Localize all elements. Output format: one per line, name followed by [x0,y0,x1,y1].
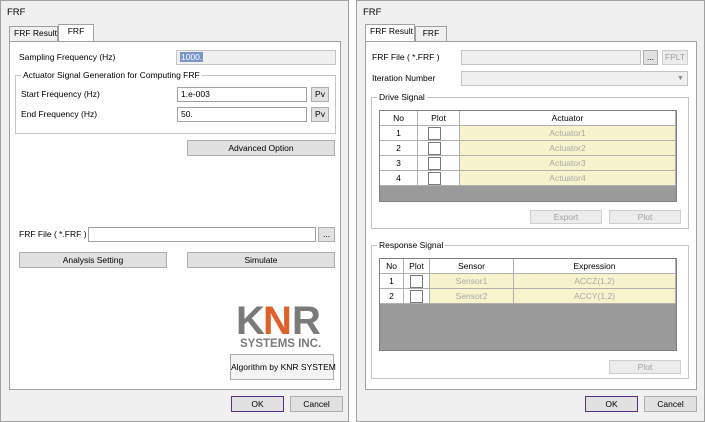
frf-file-field[interactable] [461,50,641,65]
row-number: 2 [380,289,404,304]
plot-cell [418,141,460,156]
knr-logo-graphic: K N R SYSTEMS INC. [236,299,321,350]
start-frequency-label: Start Frequency (Hz) [21,89,100,99]
plot-cell [404,274,430,289]
ok-button[interactable]: OK [585,396,638,412]
plot-cell [418,156,460,171]
iteration-number-dropdown[interactable]: ▼ [461,71,688,86]
response-signal-group-title: Response Signal [377,240,446,250]
plot-cell [418,126,460,141]
column-header-plot: Plot [404,259,430,274]
analysis-setting-button[interactable]: Analysis Setting [19,252,167,268]
table-row[interactable]: 2 Sensor2 ACCY(1,2) [380,289,676,304]
tab-frf-result[interactable]: FRF Result [9,26,58,41]
iteration-number-label: Iteration Number [372,73,436,83]
end-frequency-pv-button[interactable]: Pv [311,107,329,122]
drive-plot-button[interactable]: Plot [609,210,681,224]
plot-checkbox[interactable] [428,127,441,140]
drive-signal-group-title: Drive Signal [377,92,427,102]
actuator-cell[interactable]: Actuator1 [460,126,676,141]
table-header-row: No Plot Sensor Expression [380,259,676,274]
expression-cell[interactable]: ACCY(1,2) [514,289,676,304]
sensor-cell[interactable]: Sensor1 [430,274,514,289]
simulate-button[interactable]: Simulate [187,252,335,268]
actuator-signal-group: Actuator Signal Generation for Computing… [15,70,336,134]
knr-systems-logo: K N R SYSTEMS INC. [236,299,326,350]
export-button[interactable]: Export [530,210,602,224]
algorithm-by-knr-button[interactable]: Algorithm by KNR SYSTEM [230,354,336,380]
frf-file-label: FRF File ( *.FRF ) [372,52,440,62]
row-number: 3 [380,156,418,171]
column-header-expression: Expression [514,259,676,274]
end-frequency-field[interactable]: 50. [177,107,307,122]
plot-cell [404,289,430,304]
plot-cell [418,171,460,186]
advanced-option-button[interactable]: Advanced Option [187,140,335,156]
sampling-frequency-field[interactable]: 1000. [176,50,336,65]
row-number: 2 [380,141,418,156]
row-number: 1 [380,274,404,289]
actuator-cell[interactable]: Actuator4 [460,171,676,186]
sampling-frequency-label: Sampling Frequency (Hz) [19,52,116,62]
tab-frf[interactable]: FRF [415,26,447,41]
table-row[interactable]: 1 Actuator1 [380,126,676,141]
ok-button[interactable]: OK [231,396,284,412]
frf-dialog-right: FRF FRF Result FRF FRF File ( *.FRF ) ..… [356,0,705,422]
cancel-button[interactable]: Cancel [644,396,697,412]
actuator-signal-group-title: Actuator Signal Generation for Computing… [21,70,202,80]
table-row[interactable]: 3 Actuator3 [380,156,676,171]
response-signal-group: Response Signal No Plot Sensor Expressio… [371,240,689,379]
row-number: 4 [380,171,418,186]
svg-text:N: N [263,300,290,343]
dialog-title: FRF [7,7,26,18]
plot-checkbox[interactable] [428,142,441,155]
actuator-cell[interactable]: Actuator3 [460,156,676,171]
table-row[interactable]: 1 Sensor1 ACCZ(1,2) [380,274,676,289]
frf-file-field[interactable] [88,227,316,242]
column-header-no: No [380,259,404,274]
plot-checkbox[interactable] [428,172,441,185]
drive-signal-group: Drive Signal No Plot Actuator 1 Actuator… [371,92,689,229]
frf-tab-panel: Sampling Frequency (Hz) 1000. Actuator S… [9,41,341,390]
plot-checkbox[interactable] [410,290,423,303]
frf-dialog-left: FRF FRF Result FRF Sampling Frequency (H… [0,0,349,422]
frf-file-label: FRF File ( *.FRF ) [19,229,87,239]
fplt-button[interactable]: FPLT [662,50,688,65]
table-row[interactable]: 4 Actuator4 [380,171,676,186]
end-frequency-label: End Frequency (Hz) [21,109,98,119]
column-header-plot: Plot [418,111,460,126]
svg-text:K: K [236,300,265,343]
row-number: 1 [380,126,418,141]
expression-cell[interactable]: ACCZ(1,2) [514,274,676,289]
svg-text:SYSTEMS INC.: SYSTEMS INC. [240,338,321,350]
start-frequency-pv-button[interactable]: Pv [311,87,329,102]
tab-frf[interactable]: FRF [58,24,94,41]
column-header-no: No [380,111,418,126]
drive-signal-table: No Plot Actuator 1 Actuator1 2 Actuator2… [379,110,677,202]
column-header-actuator: Actuator [460,111,676,126]
plot-checkbox[interactable] [410,275,423,288]
response-signal-table: No Plot Sensor Expression 1 Sensor1 ACCZ… [379,258,677,351]
dialog-title: FRF [363,7,382,18]
plot-checkbox[interactable] [428,157,441,170]
chevron-down-icon: ▼ [677,75,684,82]
actuator-cell[interactable]: Actuator2 [460,141,676,156]
frf-file-browse-button[interactable]: ... [643,50,658,65]
tab-frf-result[interactable]: FRF Result [365,24,415,41]
start-frequency-field[interactable]: 1.e-003 [177,87,307,102]
svg-text:R: R [292,300,321,343]
sensor-cell[interactable]: Sensor2 [430,289,514,304]
frf-file-browse-button[interactable]: ... [318,227,335,242]
frf-result-tab-panel: FRF File ( *.FRF ) ... FPLT Iteration Nu… [365,41,697,390]
column-header-sensor: Sensor [430,259,514,274]
response-plot-button[interactable]: Plot [609,360,681,374]
table-header-row: No Plot Actuator [380,111,676,126]
table-row[interactable]: 2 Actuator2 [380,141,676,156]
cancel-button[interactable]: Cancel [290,396,343,412]
